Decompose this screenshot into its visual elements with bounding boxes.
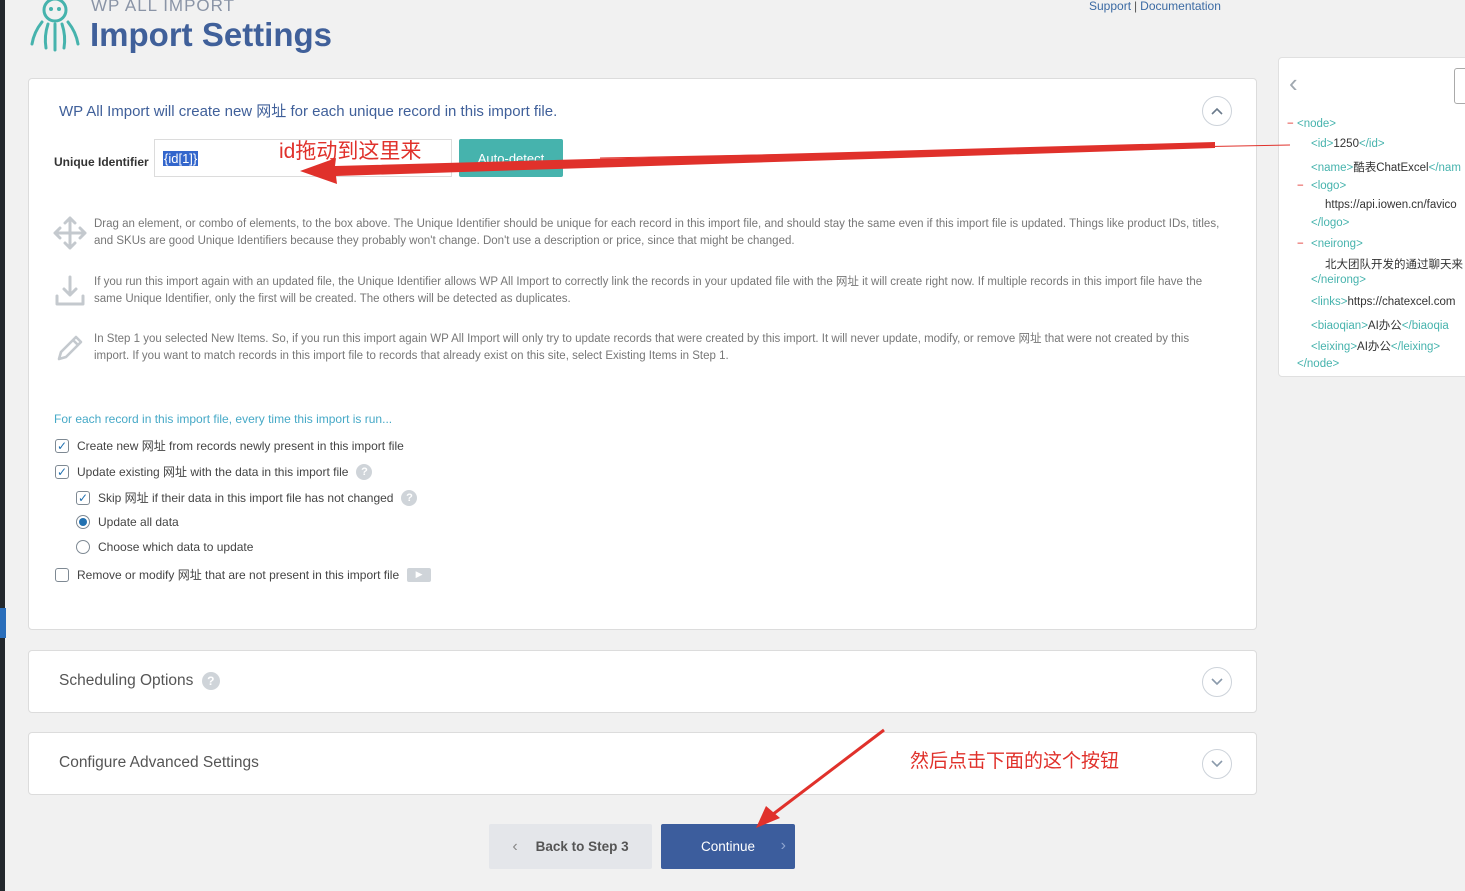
- xml-line[interactable]: − <node>: [1283, 118, 1336, 130]
- xml-tag: </node>: [1297, 358, 1340, 370]
- info-row: Drag an element, or combo of elements, t…: [53, 216, 1223, 256]
- unique-identifier-panel: WP All Import will create new 网址 for eac…: [28, 78, 1257, 630]
- unique-identifier-label: Unique Identifier: [54, 155, 149, 169]
- xml-line[interactable]: <name>酷表ChatExcel</nam: [1311, 159, 1461, 175]
- scheduling-title-text: Scheduling Options: [59, 672, 194, 690]
- xml-text: https://api.iowen.cn/favico: [1325, 199, 1457, 211]
- page-title: Import Settings: [90, 16, 333, 53]
- remove-modify-label: Remove or modify 网址 that are not present…: [77, 568, 400, 582]
- choose-which-option[interactable]: Choose which data to update: [76, 540, 253, 554]
- pencil-icon: [57, 335, 83, 361]
- help-icon[interactable]: ?: [356, 463, 373, 480]
- skip-unchanged-checkbox[interactable]: ✓: [76, 490, 90, 505]
- wp-all-import-logo-icon: [30, 0, 80, 52]
- click-hint-annotation: 然后点击下面的这个按钮: [910, 751, 1120, 772]
- update-existing-checkbox[interactable]: ✓: [55, 464, 69, 479]
- create-new-label: Create new 网址 from records newly present…: [77, 439, 404, 453]
- xml-line[interactable]: <leixing>AI办公</leixing>: [1311, 338, 1440, 354]
- xml-line[interactable]: − <logo>: [1297, 180, 1346, 192]
- xml-text: 北大团队开发的通过聊天来: [1325, 259, 1463, 271]
- xml-line[interactable]: <id>1250</id>: [1311, 138, 1385, 150]
- xml-tag: <id>: [1311, 138, 1334, 150]
- help-icon[interactable]: ?: [401, 489, 418, 506]
- scheduling-title: Scheduling Options ?: [59, 672, 220, 690]
- xml-tag: </nam: [1428, 162, 1461, 174]
- skip-unchanged-option[interactable]: ✓ Skip 网址 if their data in this import f…: [76, 489, 418, 506]
- choose-which-radio[interactable]: [76, 540, 90, 554]
- scheduling-options-panel[interactable]: Scheduling Options ?: [28, 650, 1257, 713]
- back-button-label: Back to Step 3: [535, 839, 629, 854]
- update-all-radio[interactable]: [76, 515, 90, 529]
- video-play-icon[interactable]: ▶: [407, 567, 432, 582]
- info-text: Drag an element, or combo of elements, t…: [94, 218, 1220, 247]
- info-text: In Step 1 you selected New Items. So, if…: [94, 333, 1190, 362]
- admin-sidebar-strip: [0, 0, 5, 891]
- skip-unchanged-label: Skip 网址 if their data in this import fil…: [98, 491, 394, 505]
- xml-tag: <logo>: [1311, 180, 1347, 192]
- drag-hint-annotation: id拖动到这里来: [279, 140, 422, 163]
- documentation-link[interactable]: Documentation: [1140, 0, 1221, 13]
- panel-heading: WP All Import will create new 网址 for eac…: [59, 103, 558, 120]
- xml-tag: </neirong>: [1311, 274, 1366, 286]
- xml-tag: </logo>: [1311, 217, 1350, 229]
- update-all-label: Update all data: [98, 515, 179, 529]
- chevron-left-icon[interactable]: ‹: [1289, 68, 1298, 99]
- xml-line[interactable]: <links>https://chatexcel.com: [1311, 296, 1455, 308]
- chevron-up-icon: [1211, 107, 1223, 115]
- choose-which-label: Choose which data to update: [98, 540, 254, 554]
- sidebar-collapse-tab[interactable]: [0, 608, 6, 638]
- xml-tag: <leixing>: [1311, 341, 1358, 353]
- support-link[interactable]: Support: [1089, 0, 1131, 13]
- create-new-checkbox[interactable]: ✓: [55, 438, 69, 453]
- xml-tag: <biaoqian>: [1311, 320, 1368, 332]
- xml-tag: <name>: [1311, 162, 1354, 174]
- collapse-button[interactable]: [1202, 96, 1232, 126]
- each-record-heading: For each record in this import file, eve…: [54, 412, 393, 426]
- update-existing-option[interactable]: ✓ Update existing 网址 with the data in th…: [55, 463, 373, 480]
- move-arrows-icon: [53, 216, 87, 250]
- help-icon[interactable]: ?: [201, 672, 220, 690]
- xml-tag: </biaoqia: [1401, 320, 1449, 332]
- xml-tag: <links>: [1311, 296, 1348, 308]
- info-row: In Step 1 you selected New Items. So, if…: [53, 331, 1223, 371]
- continue-button-label: Continue: [700, 839, 756, 854]
- xml-preview-panel: ‹ − <node> <id>1250</id> <name>酷表ChatExce…: [1278, 57, 1465, 377]
- update-existing-label: Update existing 网址 with the data in this…: [77, 465, 349, 479]
- xml-tag: <node>: [1297, 118, 1337, 130]
- xml-tag: </id>: [1358, 138, 1385, 150]
- xml-value: AI办公: [1367, 320, 1402, 332]
- download-tray-icon: [55, 275, 85, 306]
- info-text: If you run this import again with an upd…: [94, 276, 1203, 305]
- auto-detect-button[interactable]: Auto-detect: [459, 139, 563, 177]
- top-links: Support | Documentation: [1089, 0, 1221, 13]
- continue-button[interactable]: Continue ›: [661, 824, 795, 869]
- xml-value: AI办公: [1357, 341, 1391, 353]
- info-row: If you run this import again with an upd…: [53, 274, 1223, 314]
- chevron-down-icon: [1211, 760, 1223, 768]
- expand-button[interactable]: [1202, 667, 1232, 697]
- update-all-option[interactable]: Update all data: [76, 515, 179, 529]
- xml-tag: </leixing>: [1390, 341, 1441, 353]
- brand-name: WP ALL IMPORT: [91, 0, 236, 15]
- xml-value: 1250: [1333, 138, 1359, 150]
- back-to-step-3-button[interactable]: ‹ Back to Step 3: [489, 824, 652, 869]
- remove-modify-checkbox[interactable]: [55, 567, 69, 582]
- chevron-right-icon: ›: [780, 837, 786, 854]
- xml-nav-box[interactable]: [1454, 68, 1465, 104]
- create-new-option[interactable]: ✓ Create new 网址 from records newly prese…: [55, 437, 404, 454]
- expand-button[interactable]: [1202, 749, 1232, 779]
- chevron-down-icon: [1211, 678, 1223, 686]
- chevron-left-icon: ‹: [512, 837, 518, 855]
- xml-value: 酷表ChatExcel: [1353, 162, 1429, 174]
- xml-line[interactable]: − <neirong>: [1297, 238, 1363, 250]
- unique-identifier-value: {id[1]}: [163, 150, 199, 166]
- advanced-title: Configure Advanced Settings: [59, 754, 259, 771]
- remove-modify-option[interactable]: Remove or modify 网址 that are not present…: [55, 566, 432, 583]
- link-separator: |: [1134, 0, 1138, 13]
- xml-value: https://chatexcel.com: [1347, 296, 1456, 308]
- xml-line[interactable]: <biaoqian>AI办公</biaoqia: [1311, 317, 1449, 333]
- xml-tag: <neirong>: [1311, 238, 1363, 250]
